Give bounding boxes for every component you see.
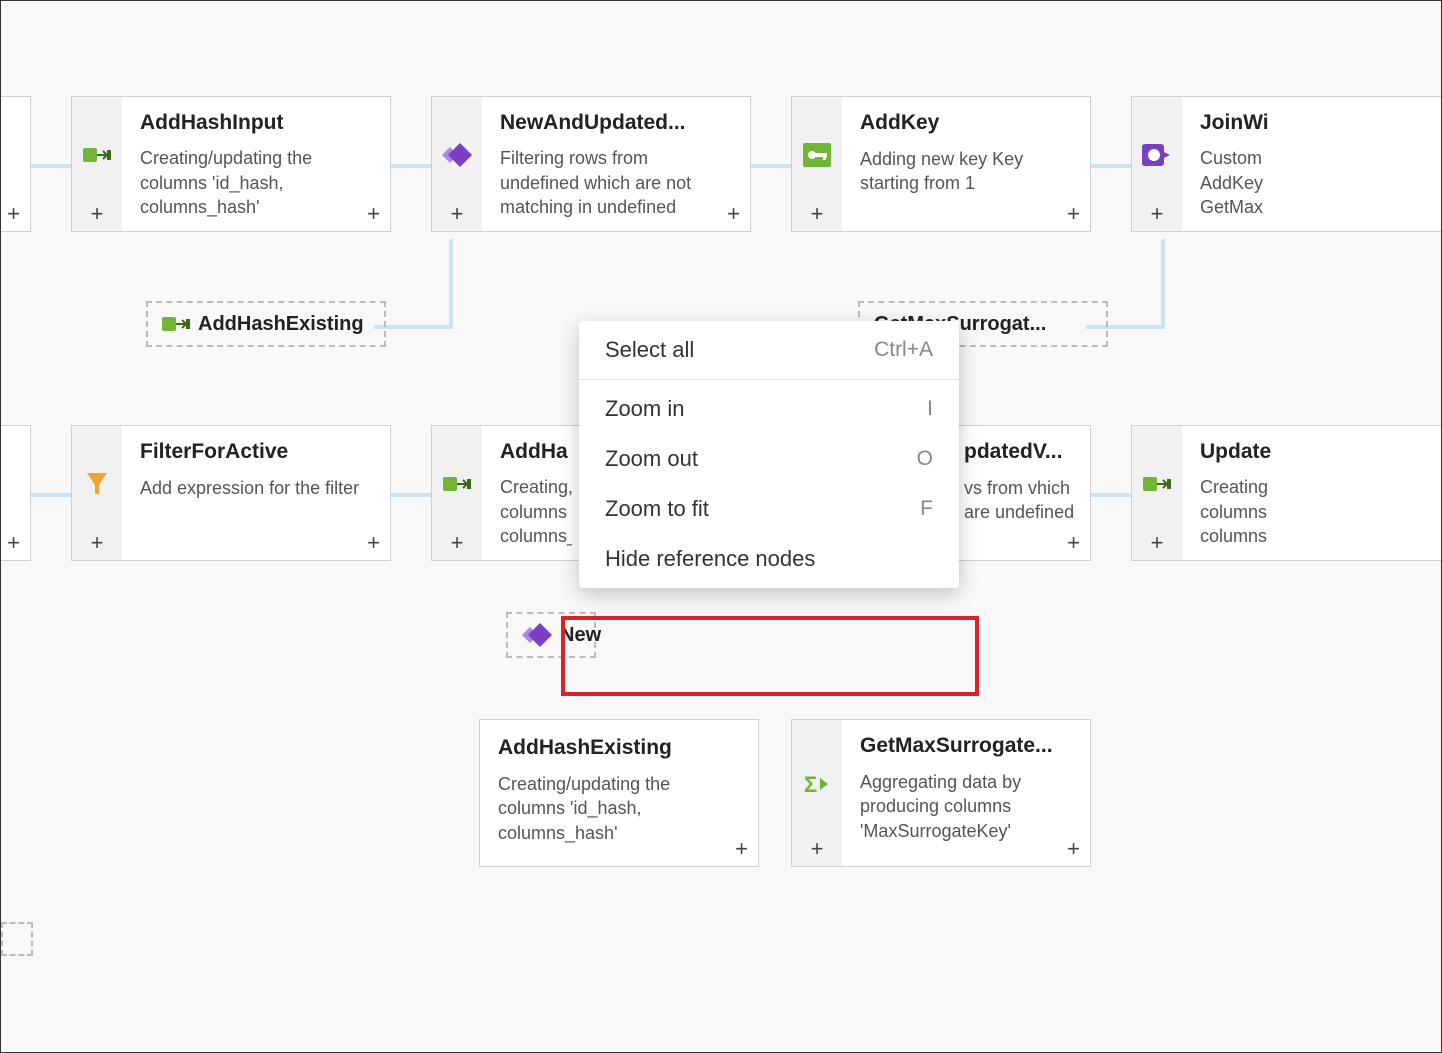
node-addha-partial[interactable]: + AddHa Creating, columns columns_	[431, 425, 591, 561]
add-step-button[interactable]: +	[811, 203, 824, 225]
menu-label: Zoom to fit	[605, 496, 709, 522]
node-title: pdatedV...	[964, 440, 1078, 464]
add-step-button[interactable]: +	[811, 838, 824, 860]
node-title: AddKey	[860, 111, 1072, 135]
node-title: FilterForActive	[140, 440, 372, 464]
node-title: AddHashExisting	[498, 736, 740, 760]
reference-node-new[interactable]: New	[506, 612, 596, 658]
derived-column-icon	[162, 313, 190, 335]
node-desc: Adding new key Key starting from 1	[860, 147, 1072, 196]
exists-icon	[442, 143, 472, 167]
node-title: AddHa	[500, 440, 572, 463]
svg-text:Σ: Σ	[804, 772, 817, 796]
node-title: GetMaxSurrogate...	[860, 734, 1072, 758]
exists-icon	[522, 623, 552, 647]
filter-icon	[85, 471, 109, 497]
add-step-button[interactable]: +	[367, 532, 380, 554]
node-desc: vs from vhich are undefined	[964, 476, 1078, 525]
add-step-button[interactable]: +	[1151, 203, 1164, 225]
derived-column-icon	[83, 144, 111, 166]
node-desc: Add expression for the filter	[140, 476, 372, 500]
key-icon	[803, 143, 831, 167]
node-desc: Aggregating data by producing columns 'M…	[860, 770, 1072, 843]
connector	[1161, 239, 1165, 329]
add-step-button[interactable]: +	[91, 203, 104, 225]
menu-hide-reference-nodes[interactable]: Hide reference nodes	[579, 534, 959, 584]
menu-shortcut: Ctrl+A	[874, 338, 933, 362]
context-menu: Select all Ctrl+A Zoom in I Zoom out O Z…	[579, 321, 959, 588]
add-step-button[interactable]: +	[91, 532, 104, 554]
node-addkey[interactable]: + AddKey Adding new key Key starting fro…	[791, 96, 1091, 232]
add-step-button[interactable]: +	[1067, 838, 1080, 860]
add-step-button[interactable]: +	[1067, 203, 1080, 225]
highlight-annotation	[561, 616, 979, 696]
node-title: JoinWi	[1200, 111, 1423, 134]
node-desc: Custom AddKey GetMax	[1200, 146, 1423, 217]
add-step-button[interactable]: +	[451, 532, 464, 554]
node-desc: Creating, columns columns_	[500, 475, 572, 546]
node-title: Update	[1200, 440, 1423, 463]
menu-label: Select all	[605, 337, 694, 363]
add-step-button[interactable]: +	[735, 838, 748, 860]
node-desc: Creating/updating the columns 'id_hash, …	[498, 772, 740, 845]
node-partial-left[interactable]: +	[1, 96, 31, 232]
node-getmaxsurrogate[interactable]: Σ + GetMaxSurrogate... Aggregating data …	[791, 719, 1091, 867]
derived-column-icon	[1143, 473, 1171, 495]
reference-label: AddHashExisting	[198, 313, 364, 336]
add-step-button[interactable]: +	[7, 532, 20, 554]
node-desc: Creating/updating the columns 'id_hash, …	[140, 146, 372, 217]
derived-column-icon	[443, 473, 471, 495]
node-desc: Filtering rows from undefined which are …	[500, 146, 732, 217]
node-title: NewAndUpdated...	[500, 111, 732, 134]
add-step-button[interactable]: +	[1067, 532, 1080, 554]
connector	[449, 239, 453, 329]
join-icon	[1142, 142, 1172, 168]
add-step-button[interactable]: +	[1151, 532, 1164, 554]
node-desc: Creating columns columns	[1200, 475, 1423, 546]
menu-shortcut: F	[920, 497, 933, 521]
add-step-button[interactable]: +	[451, 203, 464, 225]
node-addhashinput[interactable]: + AddHashInput Creating/updating the col…	[71, 96, 391, 232]
add-step-button[interactable]: +	[7, 203, 20, 225]
menu-select-all[interactable]: Select all Ctrl+A	[579, 325, 959, 375]
menu-zoom-in[interactable]: Zoom in I	[579, 384, 959, 434]
node-updatedv-partial[interactable]: pdatedV... vs from vhich are undefined +	[951, 425, 1091, 561]
node-filterforactive[interactable]: + FilterForActive Add expression for the…	[71, 425, 391, 561]
menu-zoom-out[interactable]: Zoom out O	[579, 434, 959, 484]
node-addhashexisting[interactable]: AddHashExisting Creating/updating the co…	[479, 719, 759, 867]
menu-label: Zoom out	[605, 446, 698, 472]
node-partial-left-2[interactable]: +	[1, 425, 31, 561]
menu-zoom-fit[interactable]: Zoom to fit F	[579, 484, 959, 534]
reference-node-addhashexisting[interactable]: AddHashExisting	[146, 301, 386, 347]
node-title: AddHashInput	[140, 111, 372, 134]
menu-label: Hide reference nodes	[605, 546, 815, 572]
reference-node-partial[interactable]	[1, 922, 33, 956]
reference-label: New	[560, 624, 601, 647]
node-update-right[interactable]: + Update Creating columns columns	[1131, 425, 1441, 561]
menu-label: Zoom in	[605, 396, 684, 422]
node-joinw[interactable]: + JoinWi Custom AddKey GetMax	[1131, 96, 1441, 232]
menu-divider	[579, 379, 959, 380]
add-step-button[interactable]: +	[727, 203, 740, 225]
menu-shortcut: O	[917, 447, 933, 471]
aggregate-icon: Σ	[804, 772, 830, 796]
add-step-button[interactable]: +	[367, 203, 380, 225]
dataflow-canvas[interactable]: + + AddHashInput Creating/updating the c…	[1, 1, 1441, 1052]
menu-shortcut: I	[927, 397, 933, 421]
node-newandupdated[interactable]: + NewAndUpdated... Filtering rows from u…	[431, 96, 751, 232]
